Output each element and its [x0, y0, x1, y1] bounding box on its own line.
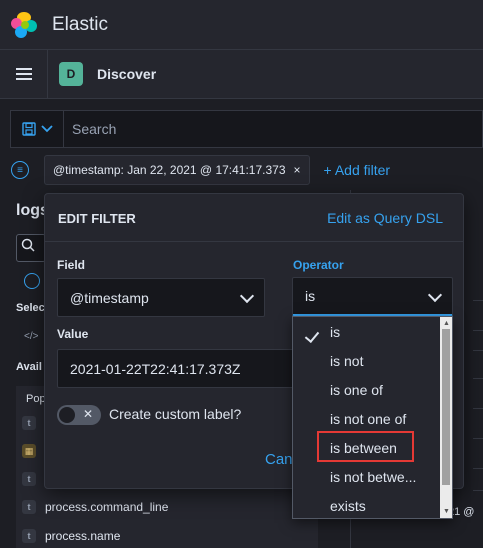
field-select[interactable]: @timestamp — [57, 278, 265, 317]
app-badge[interactable]: D — [59, 62, 83, 86]
filter-bar: ≡ @timestamp: Jan 22, 2021 @ 17:41:17.37… — [0, 153, 483, 187]
table-divider — [473, 378, 483, 379]
highlight-box — [317, 431, 414, 462]
value-label: Value — [57, 327, 89, 341]
brand-name[interactable]: Elastic — [52, 14, 108, 36]
field-search-input[interactable] — [16, 234, 46, 262]
hamburger-icon — [15, 73, 32, 75]
operator-option[interactable]: is not — [330, 353, 363, 369]
table-divider — [473, 438, 483, 439]
table-divider — [473, 330, 483, 331]
operator-option[interactable]: is not betwe... — [330, 469, 416, 485]
filter-pill-label: @timestamp: Jan 22, 2021 @ 17:41:17.373 — [53, 163, 286, 177]
app-navbar: D Discover — [0, 50, 483, 99]
check-icon — [304, 327, 320, 344]
operator-dropdown-list: is is not is one of is not one of is bet… — [292, 316, 453, 519]
popular-fields-label: Pop — [26, 393, 46, 405]
value-input[interactable]: 2021-01-22T22:41:17.373Z — [57, 349, 297, 388]
field-item[interactable]: t process.command_line — [22, 496, 168, 518]
menu-toggle-button[interactable] — [0, 50, 48, 98]
table-divider — [473, 300, 483, 301]
operator-option[interactable]: exists — [330, 498, 366, 514]
table-divider — [473, 408, 483, 409]
save-icon — [21, 122, 36, 136]
custom-label-toggle[interactable]: ✕ — [57, 405, 101, 425]
field-select-value: @timestamp — [70, 289, 149, 306]
operator-option[interactable]: is not one of — [330, 411, 406, 427]
edit-as-query-dsl-link[interactable]: Edit as Query DSL — [327, 210, 443, 226]
search-input[interactable] — [64, 111, 482, 147]
search-icon — [21, 238, 35, 252]
field-filter-icon[interactable] — [24, 273, 40, 289]
popover-header: EDIT FILTER Edit as Query DSL — [45, 194, 463, 242]
table-divider — [473, 468, 483, 469]
popover-title: EDIT FILTER — [58, 211, 136, 226]
table-divider — [473, 490, 483, 491]
toggle-off-icon: ✕ — [83, 407, 94, 421]
query-bar — [10, 110, 483, 148]
value-input-text: 2021-01-22T22:41:17.373Z — [70, 360, 241, 377]
operator-label: Operator — [293, 258, 344, 272]
top-header: Elastic — [0, 0, 483, 50]
elastic-logo-icon[interactable] — [11, 11, 37, 38]
filter-options-icon[interactable]: ≡ — [11, 161, 29, 179]
operator-select[interactable]: is — [292, 277, 453, 316]
scroll-down-icon[interactable]: ▼ — [443, 508, 450, 515]
operator-select-value: is — [305, 288, 316, 304]
scrollbar-thumb[interactable] — [442, 329, 450, 485]
filter-pill[interactable]: @timestamp: Jan 22, 2021 @ 17:41:17.373 … — [44, 155, 310, 185]
add-filter-button[interactable]: + Add filter — [324, 162, 391, 178]
page-title: Discover — [97, 66, 157, 82]
scroll-up-icon[interactable]: ▲ — [443, 320, 450, 327]
operator-option[interactable]: is — [330, 324, 340, 340]
toggle-knob — [59, 407, 75, 423]
field-label: Field — [57, 258, 86, 272]
field-name: process.name — [45, 529, 121, 543]
custom-label-text: Create custom label? — [109, 406, 242, 422]
cancel-button[interactable]: Can — [265, 451, 293, 468]
chevron-down-icon — [40, 125, 53, 133]
table-divider — [473, 350, 483, 351]
string-type-icon: t — [22, 416, 36, 430]
dropdown-scrollbar[interactable]: ▲ ▼ — [440, 317, 452, 518]
code-icon: </> — [24, 331, 39, 342]
date-type-icon: ▦ — [22, 444, 36, 458]
saved-query-button[interactable] — [11, 111, 64, 147]
field-item[interactable]: t process.name — [22, 525, 120, 547]
string-type-icon: t — [22, 472, 36, 486]
available-fields-label: Avail — [16, 361, 42, 373]
chevron-down-icon — [239, 288, 255, 304]
string-type-icon: t — [22, 500, 36, 514]
field-name: process.command_line — [45, 500, 169, 514]
remove-filter-icon[interactable]: × — [294, 163, 301, 177]
string-type-icon: t — [22, 529, 36, 543]
chevron-down-icon — [427, 287, 443, 303]
operator-option[interactable]: is one of — [330, 382, 383, 398]
selected-fields-label: Selec — [16, 302, 45, 314]
